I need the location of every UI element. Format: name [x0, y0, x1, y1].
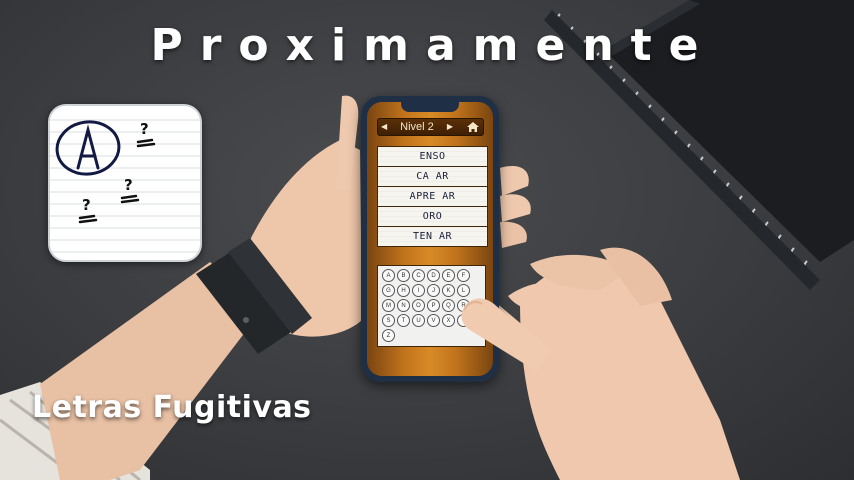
word-row[interactable]: ORO	[378, 207, 487, 227]
key-row: M N O P Q R	[382, 299, 481, 312]
key-k[interactable]: K	[442, 284, 455, 297]
svg-text:?: ?	[124, 176, 133, 194]
key-z[interactable]: Z	[382, 329, 395, 342]
phone-notch	[401, 102, 459, 112]
key-l[interactable]: L	[457, 284, 470, 297]
key-d[interactable]: D	[427, 269, 440, 282]
key-c[interactable]: C	[412, 269, 425, 282]
home-icon[interactable]	[466, 121, 480, 133]
word-row[interactable]: APRE AR	[378, 187, 487, 207]
key-u[interactable]: U	[412, 314, 425, 327]
letter-keyboard: A B C D E F G H I J K L M N O P Q R S T …	[377, 265, 486, 347]
key-f[interactable]: F	[457, 269, 470, 282]
key-p[interactable]: P	[427, 299, 440, 312]
app-title: Letras Fugitivas	[32, 390, 312, 425]
key-v[interactable]: V	[427, 314, 440, 327]
word-row[interactable]: TEN AR	[378, 227, 487, 246]
app-icon-artwork: ? ? ?	[50, 119, 200, 253]
key-x[interactable]: X	[442, 314, 455, 327]
key-row: G H I J K L	[382, 284, 481, 297]
word-row[interactable]: ENSO	[378, 147, 487, 167]
key-m[interactable]: M	[382, 299, 395, 312]
headline: Proximamente	[150, 20, 716, 71]
level-label: Nivel 2	[400, 121, 434, 133]
key-s[interactable]: S	[382, 314, 395, 327]
next-level-icon[interactable]: ▶	[447, 123, 453, 131]
key-row: Z	[382, 329, 481, 342]
prev-level-icon[interactable]: ◀	[381, 123, 387, 131]
key-g[interactable]: G	[382, 284, 395, 297]
svg-text:?: ?	[82, 196, 91, 214]
phone: ◀ Nivel 2 ▶ ENSO CA AR APRE AR ORO TEN A…	[361, 96, 499, 382]
game-screen: ◀ Nivel 2 ▶ ENSO CA AR APRE AR ORO TEN A…	[367, 102, 493, 376]
key-t[interactable]: T	[397, 314, 410, 327]
key-row: S T U V X Y	[382, 314, 481, 327]
key-a[interactable]: A	[382, 269, 395, 282]
key-o[interactable]: O	[412, 299, 425, 312]
word-row[interactable]: CA AR	[378, 167, 487, 187]
promo-scene: Proximamente ? ? ? ◀ Nivel 2 ▶ ENSO CA A…	[0, 0, 854, 480]
key-i[interactable]: I	[412, 284, 425, 297]
key-q[interactable]: Q	[442, 299, 455, 312]
key-b[interactable]: B	[397, 269, 410, 282]
svg-text:?: ?	[140, 120, 149, 138]
key-j[interactable]: J	[427, 284, 440, 297]
key-e[interactable]: E	[442, 269, 455, 282]
right-hand	[462, 247, 740, 480]
key-row: A B C D E F	[382, 269, 481, 282]
key-y[interactable]: Y	[457, 314, 470, 327]
word-list: ENSO CA AR APRE AR ORO TEN AR	[377, 146, 488, 247]
key-h[interactable]: H	[397, 284, 410, 297]
key-n[interactable]: N	[397, 299, 410, 312]
level-bar: ◀ Nivel 2 ▶	[377, 118, 484, 136]
key-r[interactable]: R	[457, 299, 470, 312]
app-icon: ? ? ?	[48, 104, 202, 262]
